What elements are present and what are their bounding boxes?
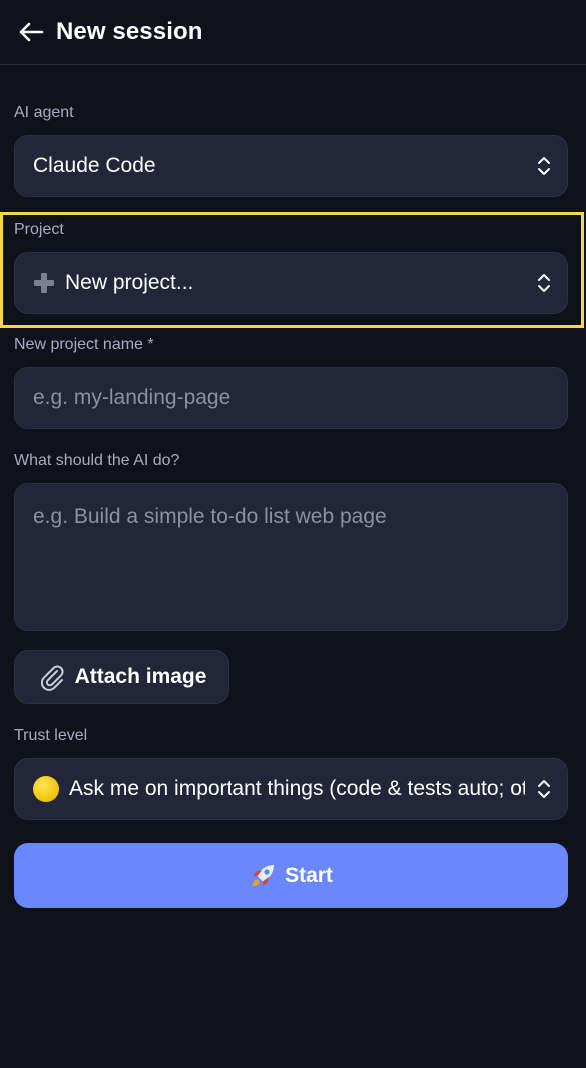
paperclip-icon xyxy=(40,665,64,691)
chevron-updown-icon xyxy=(538,157,550,175)
trust-level-label: Trust level xyxy=(14,727,88,744)
task-label: What should the AI do? xyxy=(14,452,180,469)
project-label: Project xyxy=(14,221,64,238)
trust-level-value: Ask me on important things (code & tests… xyxy=(69,777,525,800)
plus-icon xyxy=(33,272,55,294)
yellow-circle-icon xyxy=(33,776,59,802)
header: New session xyxy=(0,0,586,65)
trust-level-select[interactable]: Ask me on important things (code & tests… xyxy=(14,758,568,820)
arrow-left-icon xyxy=(19,22,44,42)
attach-image-button[interactable]: Attach image xyxy=(14,650,229,704)
page-title: New session xyxy=(56,18,203,45)
project-name-input[interactable] xyxy=(14,367,568,429)
ai-agent-value: Claude Code xyxy=(33,154,156,177)
project-select[interactable]: New project... xyxy=(14,252,568,314)
task-textarea[interactable] xyxy=(14,483,568,631)
start-button[interactable]: Start xyxy=(14,843,568,908)
project-name-label: New project name * xyxy=(14,336,154,353)
chevron-updown-icon xyxy=(538,780,550,798)
attach-image-label: Attach image xyxy=(74,665,207,688)
rocket-icon xyxy=(252,864,275,886)
project-value: New project... xyxy=(65,271,194,294)
back-button[interactable] xyxy=(16,17,46,47)
ai-agent-select[interactable]: Claude Code xyxy=(14,135,568,197)
start-label: Start xyxy=(285,863,333,887)
chevron-updown-icon xyxy=(538,274,550,292)
ai-agent-label: AI agent xyxy=(14,104,74,121)
